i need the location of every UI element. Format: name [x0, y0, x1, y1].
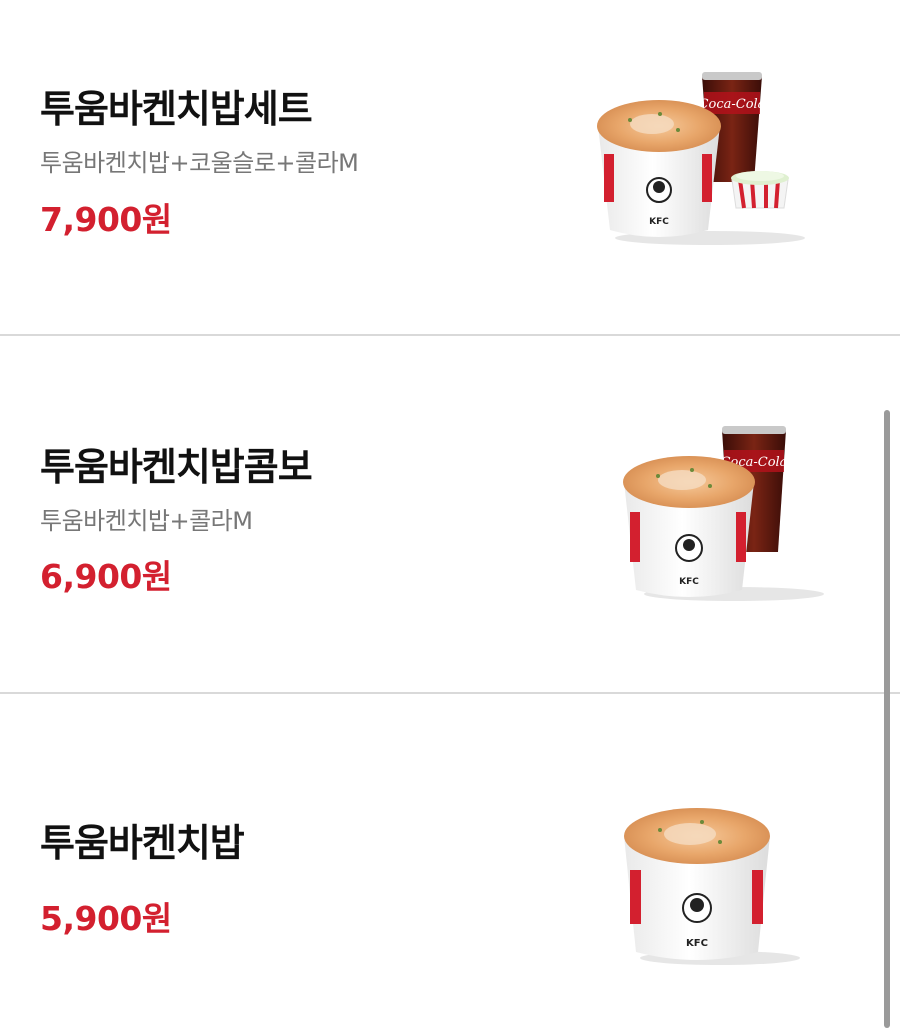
coleslaw-cup-icon — [731, 171, 789, 209]
product-image-combo: Coca-Cola KFC — [623, 426, 824, 601]
item-description: 투움바켄치밥+콜라M — [40, 507, 253, 535]
bowl-logo: KFC — [679, 577, 699, 587]
bowl-logo: KFC — [686, 938, 708, 949]
product-image-set: Coca-Cola KFC — [597, 72, 805, 245]
item-description: 투움바켄치밥+코울슬로+콜라M — [40, 149, 359, 177]
cola-logo: Coca-Cola — [699, 97, 766, 112]
scrollbar[interactable] — [884, 410, 890, 1028]
item-price: 7,900원 — [40, 200, 172, 239]
item-name: 투움바켄치밥세트 — [40, 87, 313, 131]
item-name: 투움바켄치밥콤보 — [40, 445, 313, 489]
item-price: 5,900원 — [40, 899, 172, 938]
menu-item-tuumba-single[interactable]: 투움바켄치밥 5,900원 KFC — [0, 694, 900, 1028]
rice-bowl-icon: KFC — [597, 100, 721, 237]
item-name: 투움바켄치밥 — [40, 821, 245, 865]
bowl-logo: KFC — [649, 217, 669, 227]
menu-item-tuumba-combo[interactable]: 투움바켄치밥콤보 투움바켄치밥+콜라M 6,900원 Coca-Cola KFC — [0, 336, 900, 692]
rice-bowl-icon: KFC — [624, 808, 770, 960]
menu-item-tuumba-set[interactable]: 투움바켄치밥세트 투움바켄치밥+코울슬로+콜라M 7,900원 Coca-Col… — [0, 0, 900, 334]
rice-bowl-icon: KFC — [623, 456, 755, 597]
product-image-single: KFC — [624, 808, 800, 965]
item-price: 6,900원 — [40, 557, 172, 596]
